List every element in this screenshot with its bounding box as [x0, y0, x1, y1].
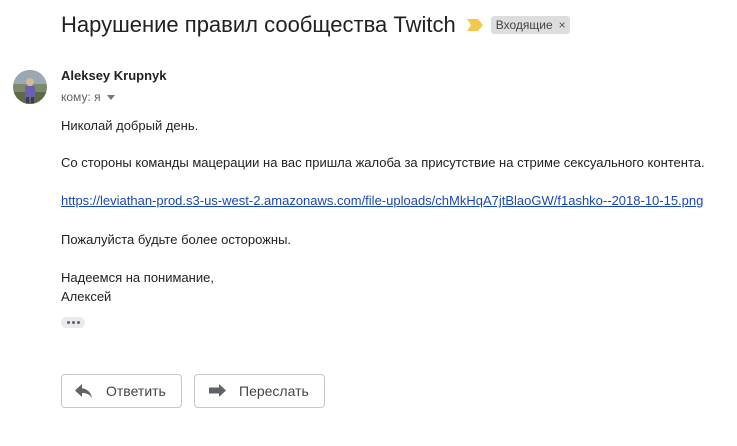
body-signature: Алексей	[61, 289, 112, 304]
reply-icon	[75, 384, 92, 398]
forward-icon	[209, 384, 226, 397]
body-greeting: Николай добрый день.	[61, 118, 199, 133]
label-chip-inbox[interactable]: Входящие ×	[490, 16, 570, 34]
evidence-link[interactable]: https://leviathan-prod.s3-us-west-2.amaz…	[61, 193, 703, 208]
recipient-text: кому: я	[61, 90, 101, 104]
sender-name: Aleksey Krupnyk	[61, 68, 167, 83]
body-paragraph-complaint: Со стороны команды мацерации на вас приш…	[61, 155, 705, 170]
show-trimmed-content-button[interactable]	[61, 317, 85, 328]
subject-row: Нарушение правил сообщества Twitch Входя…	[61, 10, 570, 40]
body-closing: Надеемся на понимание,	[61, 270, 214, 285]
chevron-down-icon[interactable]	[106, 94, 115, 100]
label-remove-icon[interactable]: ×	[559, 18, 566, 32]
reply-button-label: Ответить	[106, 383, 166, 399]
body-paragraph-warning: Пожалуйста будьте более осторожны.	[61, 232, 292, 247]
recipient-details-toggle[interactable]: кому: я	[61, 90, 115, 104]
more-dot	[71, 321, 75, 324]
importance-marker-icon[interactable]	[466, 18, 484, 32]
forward-button-label: Переслать	[239, 383, 309, 399]
label-chip-text: Входящие	[495, 18, 553, 32]
avatar[interactable]	[13, 70, 47, 104]
body-link-line: https://leviathan-prod.s3-us-west-2.amaz…	[61, 191, 703, 210]
more-dot	[66, 321, 70, 324]
more-dot	[76, 321, 80, 324]
reply-button[interactable]: Ответить	[61, 374, 182, 408]
email-subject: Нарушение правил сообщества Twitch	[61, 12, 456, 37]
forward-button[interactable]: Переслать	[194, 374, 325, 408]
